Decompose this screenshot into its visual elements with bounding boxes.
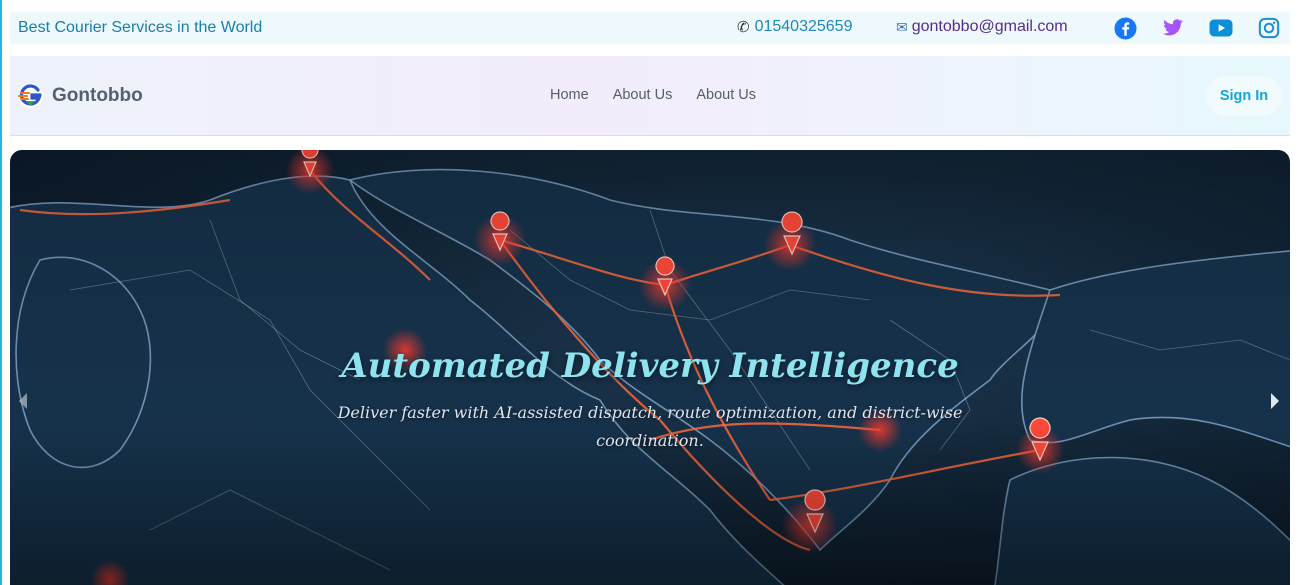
envelope-icon: ✉ xyxy=(896,18,908,35)
nav-about-us[interactable]: About Us xyxy=(613,87,673,103)
phone-contact[interactable]: ✆ 01540325659 xyxy=(737,18,852,36)
twitter-icon[interactable] xyxy=(1161,16,1185,40)
top-bar: Best Courier Services in the World ✆ 015… xyxy=(10,12,1290,44)
chevron-right-icon[interactable] xyxy=(1268,390,1282,412)
hero-title: Automated Delivery Intelligence xyxy=(341,346,959,386)
tagline: Best Courier Services in the World xyxy=(18,19,263,36)
sign-in-button[interactable]: Sign In xyxy=(1206,76,1282,116)
brand-logo-link[interactable]: Gontobbo xyxy=(18,83,143,109)
hero-carousel: Automated Delivery Intelligence Deliver … xyxy=(10,150,1290,585)
page-edge-accent xyxy=(0,0,2,585)
email-address: gontobbo@gmail.com xyxy=(911,18,1068,35)
nav-home[interactable]: Home xyxy=(550,87,589,103)
hero-subtitle: Deliver faster with AI-assisted dispatch… xyxy=(337,403,963,450)
logo-icon xyxy=(18,84,43,108)
phone-icon: ✆ xyxy=(737,19,750,36)
brand-name: Gontobbo xyxy=(52,85,143,106)
instagram-icon[interactable] xyxy=(1257,16,1281,40)
primary-nav: Home About Us About Us xyxy=(550,87,780,103)
nav-about-us-2[interactable]: About Us xyxy=(696,87,756,103)
facebook-icon[interactable] xyxy=(1113,16,1137,40)
youtube-icon[interactable] xyxy=(1209,16,1233,40)
email-contact[interactable]: ✉ gontobbo@gmail.com xyxy=(896,18,1068,36)
social-links xyxy=(1113,16,1281,40)
chevron-left-icon[interactable] xyxy=(16,390,30,412)
main-navbar: Gontobbo Home About Us About Us Sign In xyxy=(10,56,1290,136)
phone-number: 01540325659 xyxy=(754,18,853,35)
